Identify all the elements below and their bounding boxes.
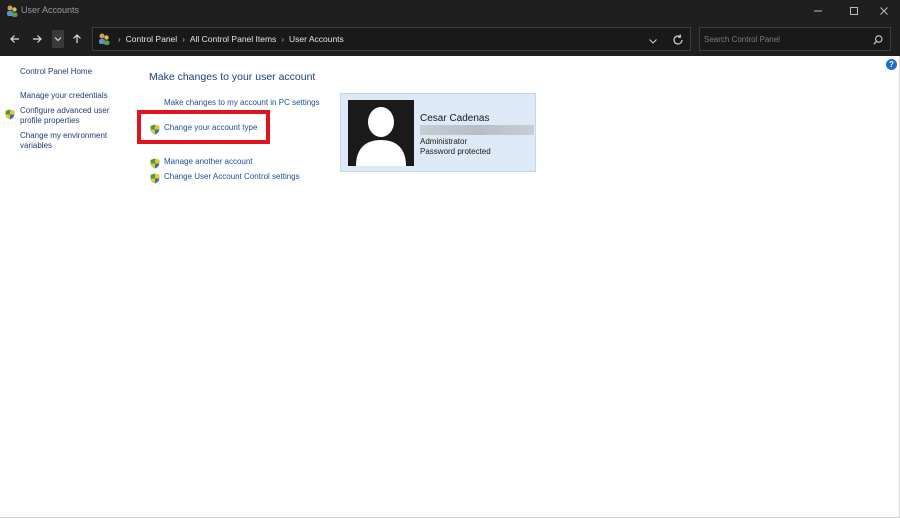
uac-shield-icon	[5, 107, 15, 120]
back-button[interactable]	[6, 30, 24, 48]
close-button[interactable]	[866, 0, 900, 22]
search-input[interactable]	[704, 31, 866, 47]
account-name: Cesar Cadenas	[420, 113, 490, 124]
breadcrumb-user-accounts[interactable]: User Accounts	[289, 34, 344, 44]
refresh-icon[interactable]	[671, 33, 685, 47]
title-bar: User Accounts	[0, 0, 900, 22]
change-environment-variables-link[interactable]: Change my environment variables	[20, 131, 116, 151]
configure-advanced-profile-link[interactable]: Configure advanced user profile properti…	[20, 106, 116, 126]
avatar	[348, 100, 414, 166]
highlight-box	[137, 110, 270, 144]
left-pane: Control Panel Home Manage your credentia…	[0, 56, 130, 518]
address-bar[interactable]: › Control Panel › All Control Panel Item…	[92, 27, 691, 51]
breadcrumb-all-control-panel-items[interactable]: All Control Panel Items	[190, 34, 276, 44]
password-status: Password protected	[420, 147, 491, 156]
recent-locations-button[interactable]	[52, 30, 64, 48]
chevron-right-icon[interactable]: ›	[182, 35, 185, 44]
account-role: Administrator	[420, 137, 468, 146]
pc-settings-link[interactable]: Make changes to my account in PC setting…	[164, 98, 320, 107]
uac-settings-link[interactable]: Change User Account Control settings	[164, 172, 300, 181]
forward-button[interactable]	[28, 30, 46, 48]
users-icon	[98, 32, 110, 46]
minimize-button[interactable]	[800, 0, 836, 22]
window-title: User Accounts	[21, 5, 80, 15]
manage-credentials-link[interactable]: Manage your credentials	[20, 91, 108, 101]
redacted-email	[420, 125, 534, 135]
manage-another-account-link[interactable]: Manage another account	[164, 157, 253, 166]
chevron-right-icon[interactable]: ›	[281, 35, 284, 44]
uac-shield-icon	[150, 171, 160, 184]
user-silhouette-icon	[348, 100, 414, 166]
chevron-down-icon[interactable]	[647, 34, 659, 46]
uac-shield-icon	[150, 156, 160, 169]
search-icon[interactable]	[872, 33, 884, 45]
users-icon	[6, 4, 18, 18]
help-button[interactable]: ?	[886, 59, 897, 70]
account-card: Cesar Cadenas Administrator Password pro…	[340, 93, 536, 172]
breadcrumb: › Control Panel › All Control Panel Item…	[113, 34, 344, 44]
up-button[interactable]	[68, 30, 86, 48]
chevron-right-icon[interactable]: ›	[118, 35, 121, 44]
breadcrumb-control-panel[interactable]: Control Panel	[126, 34, 178, 44]
navigation-bar: › Control Panel › All Control Panel Item…	[0, 22, 900, 56]
search-box	[699, 27, 891, 51]
page-title: Make changes to your user account	[149, 71, 316, 83]
control-panel-home-link[interactable]: Control Panel Home	[20, 67, 92, 77]
